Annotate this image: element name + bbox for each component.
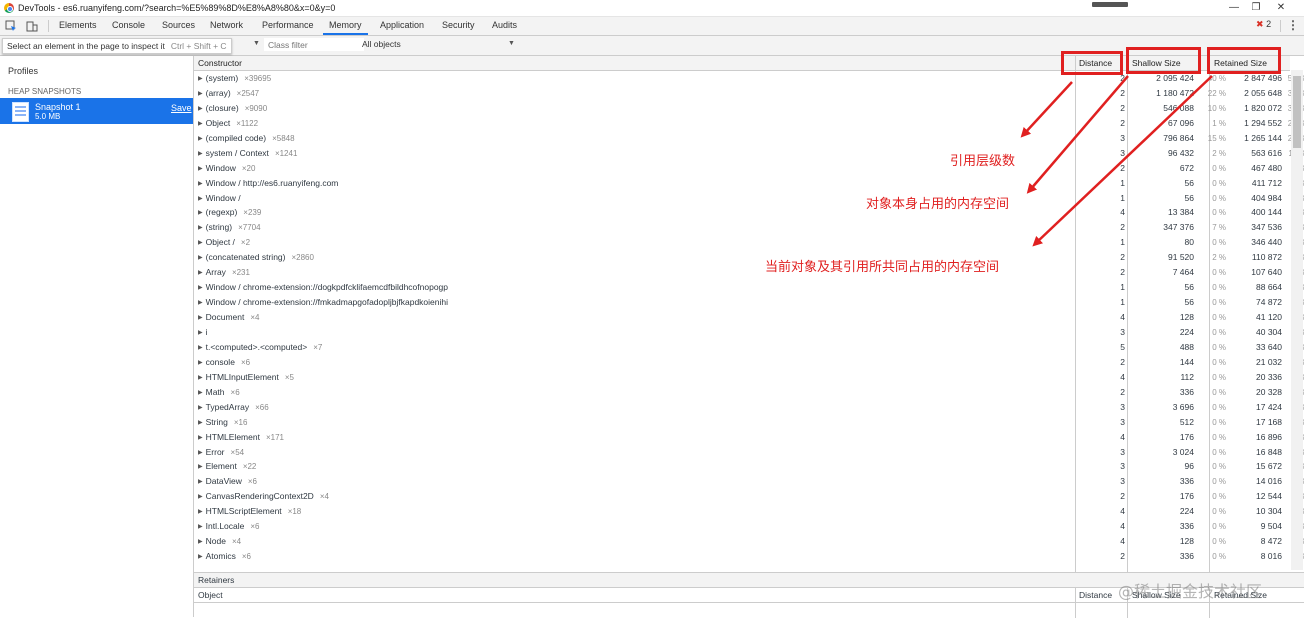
annotation-arrows xyxy=(1020,75,1213,247)
shallow-annotation: 对象本身占用的内存空间 xyxy=(866,197,1010,212)
shallow-arrow xyxy=(1026,75,1129,194)
retained-arrow xyxy=(1032,75,1213,247)
distance-arrow xyxy=(1020,81,1073,138)
watermark: @稀土掘金技术社区 xyxy=(1118,582,1263,601)
distance-annotation: 引用层级数 xyxy=(950,154,1016,169)
retained-annotation: 当前对象及其引用所共同占用的内存空间 xyxy=(765,260,1000,275)
